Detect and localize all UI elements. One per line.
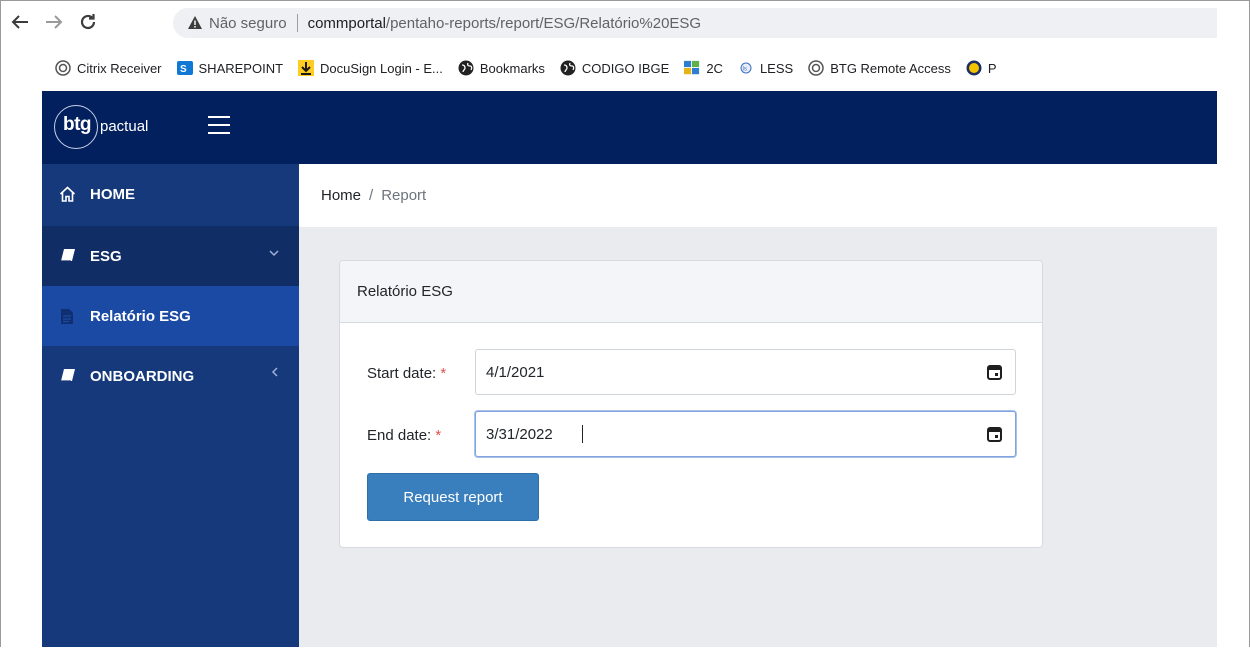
url-path: /pentaho-reports/report/ESG/Relatório%20… <box>385 14 702 32</box>
required-mark: * <box>435 426 442 444</box>
chevron-left-icon <box>271 366 279 380</box>
end-date-input[interactable] <box>475 411 1016 457</box>
url-host: commportal <box>307 14 386 32</box>
sidebar-item-label: Relatório ESG <box>90 307 191 325</box>
report-card: Relatório ESG Start date: * End date: * … <box>339 260 1043 548</box>
forward-button[interactable] <box>41 9 67 35</box>
breadcrumb-home-link[interactable]: Home <box>321 187 361 204</box>
security-status[interactable]: Não seguro <box>209 15 287 32</box>
menu-toggle-button[interactable] <box>208 116 230 138</box>
bookmark-2c[interactable]: 2C <box>684 60 723 76</box>
back-button[interactable] <box>7 9 33 35</box>
browser-toolbar: Não seguro commportal/pentaho-reports/re… <box>1 1 1217 45</box>
bookmarks-bar: Citrix Receiver S SHAREPOINT DocuSign Lo… <box>1 45 1217 91</box>
globe-icon <box>560 60 576 76</box>
home-icon <box>58 185 76 203</box>
hamburger-line <box>208 116 230 118</box>
start-date-label: Start date: * <box>367 365 475 382</box>
citrix-icon <box>55 60 71 76</box>
bookmark-less[interactable]: ls LESS <box>738 60 793 76</box>
start-date-row: Start date: * <box>367 349 1016 397</box>
required-mark: * <box>440 364 447 382</box>
book-icon <box>58 247 76 265</box>
breadcrumb-separator: / <box>369 187 374 204</box>
bookmark-label: SHAREPOINT <box>198 60 284 76</box>
omnibox-divider <box>296 14 298 32</box>
btg-pactual-logo[interactable]: btg pactual <box>54 105 188 149</box>
end-date-label-text: End date: <box>367 426 432 444</box>
end-date-label: End date: * <box>367 427 475 444</box>
app-header: btg pactual <box>42 91 1217 164</box>
bookmark-sharepoint[interactable]: S SHAREPOINT <box>176 60 284 76</box>
main-content: Home / Report Relatório ESG Start date: … <box>299 164 1217 647</box>
document-icon <box>58 307 76 325</box>
reload-icon <box>80 14 96 30</box>
address-bar[interactable]: Não seguro commportal/pentaho-reports/re… <box>173 8 1217 38</box>
sidebar-item-label: ONBOARDING <box>90 367 195 385</box>
breadcrumb-current: Report <box>381 187 427 204</box>
end-date-row: End date: * <box>367 411 1016 459</box>
calendar-icon[interactable] <box>987 426 1002 442</box>
yellow-circle-icon <box>966 60 982 76</box>
logo-brand: btg <box>63 114 92 135</box>
hamburger-line <box>208 132 230 134</box>
reload-button[interactable] <box>75 9 101 35</box>
arrow-right-icon <box>46 15 63 29</box>
request-report-button[interactable]: Request report <box>367 473 539 521</box>
start-date-label-text: Start date: <box>367 364 437 382</box>
svg-text:S: S <box>180 64 187 75</box>
sidebar-item-onboarding[interactable]: ONBOARDING <box>42 346 299 406</box>
bookmark-docusign[interactable]: DocuSign Login - E... <box>298 60 443 76</box>
warning-icon <box>188 16 202 29</box>
browser-window: Não seguro commportal/pentaho-reports/re… <box>0 0 1250 647</box>
sidebar-item-relatorio-esg[interactable]: Relatório ESG <box>42 286 299 346</box>
sidebar-item-esg[interactable]: ESG <box>42 226 299 286</box>
bookmark-label: LESS <box>759 60 794 76</box>
sidebar-item-home[interactable]: HOME <box>42 164 299 224</box>
bookmark-label: Bookmarks <box>479 60 545 76</box>
citrix-icon <box>808 60 824 76</box>
bookmark-label: CODIGO IBGE <box>581 60 670 76</box>
svg-text:ls: ls <box>742 67 746 73</box>
hamburger-line <box>208 124 230 126</box>
arrow-left-icon <box>11 15 28 29</box>
bookmark-btg-remote[interactable]: BTG Remote Access <box>808 60 951 76</box>
bookmark-codigo-ibge[interactable]: CODIGO IBGE <box>560 60 669 76</box>
less-icon: ls <box>738 60 754 76</box>
sidebar-item-label: ESG <box>90 247 122 265</box>
chevron-down-icon <box>269 246 279 260</box>
bookmark-label: P <box>987 60 997 76</box>
globe-icon <box>458 60 474 76</box>
sidebar: HOME ESG Relatório ESG ONBOARDING <box>42 164 299 647</box>
book-icon <box>58 367 76 385</box>
bookmark-citrix[interactable]: Citrix Receiver <box>55 60 162 76</box>
bookmark-label: DocuSign Login - E... <box>320 60 443 76</box>
text-caret <box>582 425 583 443</box>
bookmark-label: BTG Remote Access <box>830 60 951 76</box>
sidebar-item-label: HOME <box>90 185 135 203</box>
start-date-input[interactable] <box>475 349 1016 395</box>
grid-icon <box>684 60 700 76</box>
bookmark-label: 2C <box>706 60 723 76</box>
sharepoint-icon: S <box>176 60 193 76</box>
calendar-icon[interactable] <box>987 364 1002 380</box>
breadcrumb: Home / Report <box>299 164 1217 227</box>
bookmark-p[interactable]: P <box>966 60 997 76</box>
card-title: Relatório ESG <box>340 261 1042 323</box>
bookmark-label: Citrix Receiver <box>77 60 162 76</box>
docusign-icon <box>298 60 315 76</box>
bookmark-bookmarks[interactable]: Bookmarks <box>458 60 545 76</box>
logo-suffix: pactual <box>100 118 149 135</box>
